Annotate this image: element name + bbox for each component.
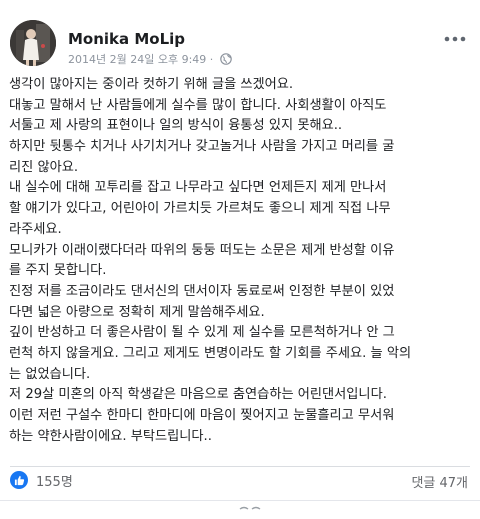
post-body-line: 를 주지 못합니다. [9, 263, 107, 279]
reactions-divider [10, 466, 470, 467]
post-body-line: 저 29살 미혼의 아직 학생같은 마음으로 춤연습하는 어린댄서입니다. [9, 387, 387, 403]
reactions-summary[interactable]: 155명 [10, 468, 73, 492]
post-body-line: 대놓고 말해서 난 사람들에게 실수를 많이 합니다. 사회생활이 아직도 [9, 97, 387, 113]
post-body-line: 서툴고 제 사랑의 표현이나 일의 방식이 융통성 있지 못해요.. [9, 118, 343, 134]
profile-photo-icon [10, 20, 56, 66]
like-count: 155명 [36, 474, 73, 490]
post-body-line: 할 얘기가 있다고, 어린아이 가르치듯 가르쳐도 좋으니 제게 직접 나무 [9, 201, 391, 217]
post-header: Monika MoLip 2014년 2월 24일 오후 9:49 · [0, 0, 480, 70]
post-action-bar [0, 500, 480, 519]
post-body-line: 진정 저를 조금이라도 댄서신의 댄서이자 동료로써 인정한 부분이 있었 [9, 283, 395, 299]
like-icon [10, 471, 28, 489]
post-body-line: 하지만 뒷통수 치거나 사기치거나 갖고놀거나 사람을 가지고 머리를 굴 [9, 139, 395, 155]
post-timestamp[interactable]: 2014년 2월 24일 오후 9:49 · [68, 53, 213, 66]
post-body-line: 모니카가 이래이랬다더라 따위의 둥둥 떠도는 소문은 제게 반성할 이유 [9, 242, 395, 258]
more-options-button[interactable] [441, 29, 469, 49]
post-body-line: 라주세요. [9, 221, 62, 237]
post-body-line: 이런 저런 구설수 한마디 한마디에 마음이 찢어지고 눈물흘리고 무서워 [9, 408, 395, 423]
author-name[interactable]: Monika MoLip [68, 30, 185, 48]
post-body: 생각이 많아지는 중이라 컷하기 위해 글을 쓰겠어요. 대놓고 말해서 난 사… [9, 75, 475, 447]
post-body-line: 생각이 많아지는 중이라 컷하기 위해 글을 쓰겠어요. [9, 77, 294, 92]
post-body-line: 내 실수에 대해 꼬투리를 잡고 나무라고 싶다면 언제든지 제게 만나서 [9, 180, 387, 196]
post-body-line: 는 없었습니다. [9, 366, 91, 382]
more-horizontal-icon [444, 36, 466, 42]
action-bar-glyph-icon [239, 506, 261, 510]
post-body-line: 깊이 반성하고 더 좋은사람이 될 수 있게 제 실수를 모른척하거나 안 그 [9, 325, 395, 341]
post-body-line: 런척 하지 않을게요. 그리고 제게도 변명이라도 할 기회를 주세요. 늘 악… [9, 345, 412, 361]
comment-count-link[interactable]: 댓글 47개 [411, 472, 468, 491]
avatar[interactable] [10, 20, 56, 66]
globe-icon[interactable] [219, 53, 232, 68]
post-body-line: 다면 넓은 아량으로 정확히 제게 말씀해주세요. [9, 304, 265, 320]
post-body-line: 리진 않아요. [9, 159, 79, 175]
post-meta: 2014년 2월 24일 오후 9:49 · [68, 51, 232, 68]
post-body-line: 하는 약한사람이에요. 부탁드립니다.. [9, 428, 212, 444]
